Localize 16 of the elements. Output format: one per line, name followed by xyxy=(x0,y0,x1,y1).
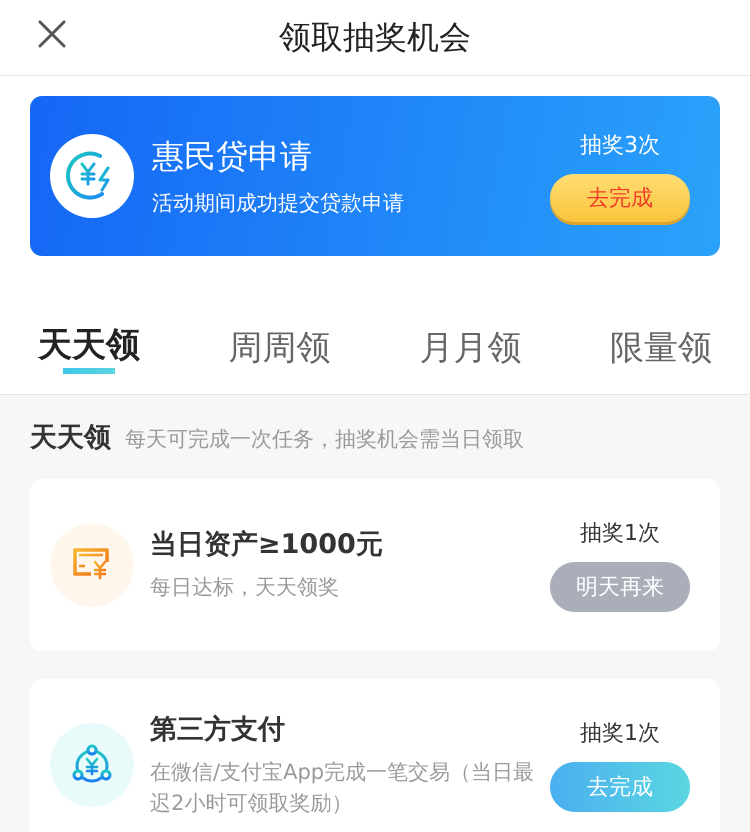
task-title: 第三方支付 xyxy=(150,712,286,746)
task-description: 每日达标，天天领奖 xyxy=(150,574,340,602)
section-note: 每天可完成一次任务，抽奖机会需当日领取 xyxy=(125,426,524,453)
close-icon[interactable] xyxy=(38,20,66,48)
tab[interactable]: 月月领 xyxy=(419,276,522,394)
banner-subtitle: 活动期间成功提交贷款申请 xyxy=(152,190,405,217)
reward-count: 抽奖1次 xyxy=(580,720,660,748)
task-title: 当日资产≥1000元 xyxy=(150,528,384,562)
banner-title: 惠民贷申请 xyxy=(152,136,313,177)
page-title: 领取抽奖机会 xyxy=(279,16,471,58)
section-title: 天天领 xyxy=(30,421,111,455)
tab[interactable]: 周周领 xyxy=(228,276,331,394)
reward-count: 抽奖1次 xyxy=(580,520,660,548)
reward-count: 抽奖3次 xyxy=(580,132,660,160)
tab[interactable]: 限量领 xyxy=(610,276,712,394)
task-description: 在微信/支付宝App完成一笔交易（当日最迟2小时可领取奖励） xyxy=(150,758,536,817)
